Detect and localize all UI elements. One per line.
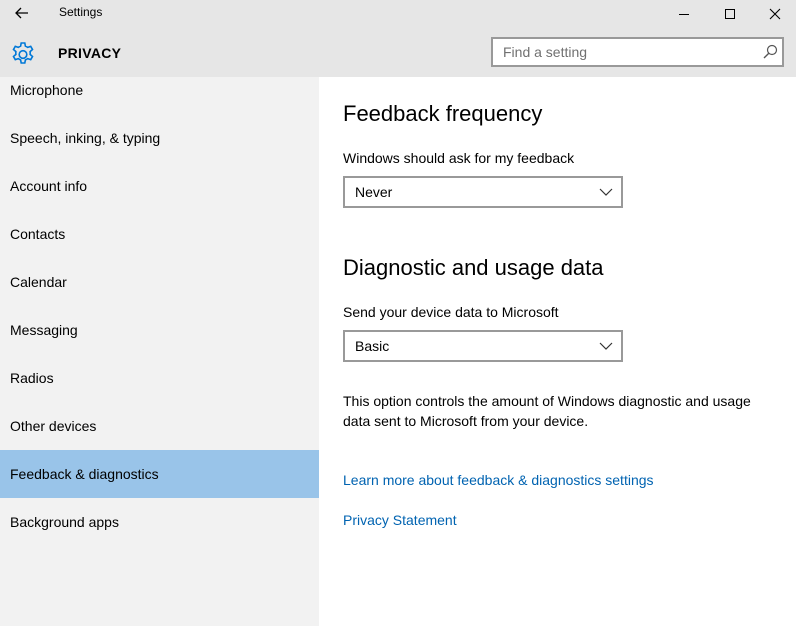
sidebar-item-label: Other devices (10, 418, 97, 434)
chevron-down-icon (599, 342, 613, 350)
feedback-frequency-dropdown[interactable]: Never (343, 176, 623, 208)
sidebar-item-label: Feedback & diagnostics (10, 466, 159, 482)
sidebar-item-speech-inking-typing[interactable]: Speech, inking, & typing (0, 114, 319, 162)
privacy-statement-link[interactable]: Privacy Statement (343, 512, 457, 528)
search-icon[interactable] (762, 44, 778, 60)
feedback-frequency-label: Windows should ask for my feedback (343, 150, 575, 166)
sidebar: Microphone Speech, inking, & typing Acco… (0, 77, 319, 626)
diagnostic-usage-heading: Diagnostic and usage data (343, 255, 604, 280)
dropdown-value: Never (355, 184, 393, 200)
sidebar-item-label: Calendar (10, 274, 67, 290)
minimize-button[interactable] (661, 0, 707, 27)
sidebar-item-radios[interactable]: Radios (0, 354, 319, 402)
back-arrow-icon (15, 7, 28, 19)
settings-window: Settings PRIVACY Find a setting Micropho… (0, 0, 796, 626)
sidebar-item-calendar[interactable]: Calendar (0, 258, 319, 306)
chevron-down-icon (599, 188, 613, 196)
diagnostic-usage-label: Send your device data to Microsoft (343, 304, 559, 320)
diagnostic-data-dropdown[interactable]: Basic (343, 330, 623, 362)
sidebar-item-contacts[interactable]: Contacts (0, 210, 319, 258)
gear-icon (12, 42, 34, 64)
sidebar-item-label: Background apps (10, 514, 119, 530)
diagnostic-description: This option controls the amount of Windo… (343, 393, 751, 429)
sidebar-item-background-apps[interactable]: Background apps (0, 498, 319, 546)
main-content: Feedback frequency Windows should ask fo… (319, 77, 796, 626)
title-bar: Settings (0, 0, 796, 27)
sidebar-item-microphone[interactable]: Microphone (0, 66, 319, 114)
sidebar-item-other-devices[interactable]: Other devices (0, 402, 319, 450)
sidebar-item-label: Messaging (10, 322, 78, 338)
sidebar-item-account-info[interactable]: Account info (0, 162, 319, 210)
maximize-button[interactable] (707, 0, 753, 27)
search-box[interactable] (491, 37, 784, 67)
sidebar-item-label: Microphone (10, 82, 84, 98)
page-title: PRIVACY (58, 45, 122, 61)
sidebar-item-label: Contacts (10, 226, 66, 242)
sidebar-item-label: Account info (10, 178, 88, 194)
maximize-icon (725, 8, 735, 19)
learn-more-link[interactable]: Learn more about feedback & diagnostics … (343, 472, 654, 488)
close-icon (769, 8, 781, 19)
sidebar-item-label: Radios (10, 370, 54, 386)
window-title: Settings (59, 5, 103, 19)
back-button[interactable] (8, 2, 36, 24)
minimize-icon (679, 13, 689, 15)
search-input[interactable] (493, 39, 763, 65)
feedback-frequency-heading: Feedback frequency (343, 101, 543, 126)
dropdown-value: Basic (355, 338, 390, 354)
sidebar-item-messaging[interactable]: Messaging (0, 306, 319, 354)
sidebar-item-feedback-diagnostics[interactable]: Feedback & diagnostics (0, 450, 319, 498)
close-button[interactable] (752, 0, 796, 27)
sidebar-item-label: Speech, inking, & typing (10, 130, 161, 146)
